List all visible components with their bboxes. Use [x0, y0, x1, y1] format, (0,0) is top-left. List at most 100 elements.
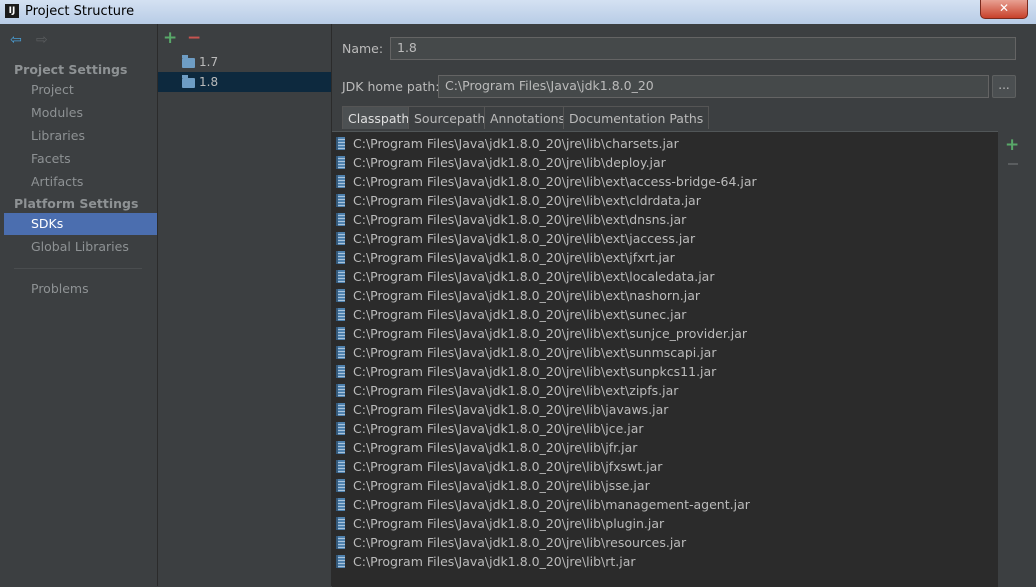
path-label: C:\Program Files\Java\jdk1.8.0_20\jre\li…	[353, 345, 717, 360]
path-label: C:\Program Files\Java\jdk1.8.0_20\jre\li…	[353, 326, 748, 341]
nav-item-modules[interactable]: Modules	[4, 102, 157, 124]
tab-classpath[interactable]: Classpath	[342, 106, 416, 129]
title-bar: IJ Project Structure ✕	[0, 0, 1036, 24]
jar-file-icon	[336, 270, 345, 283]
jar-file-icon	[336, 422, 345, 435]
list-item[interactable]: C:\Program Files\Java\jdk1.8.0_20\jre\li…	[332, 552, 998, 571]
list-item[interactable]: C:\Program Files\Java\jdk1.8.0_20\jre\li…	[332, 267, 998, 286]
jar-file-icon	[336, 251, 345, 264]
jdk-folder-icon	[182, 75, 195, 88]
jar-file-icon	[336, 289, 345, 302]
nav-item-artifacts[interactable]: Artifacts	[4, 171, 157, 193]
list-item[interactable]: C:\Program Files\Java\jdk1.8.0_20\jre\li…	[332, 400, 998, 419]
path-label: C:\Program Files\Java\jdk1.8.0_20\jre\li…	[353, 250, 675, 265]
jar-file-icon	[336, 498, 345, 511]
path-label: C:\Program Files\Java\jdk1.8.0_20\jre\li…	[353, 497, 750, 512]
nav-item-project[interactable]: Project	[4, 79, 157, 101]
tab-sourcepath[interactable]: Sourcepath	[408, 106, 492, 129]
sdk-item-1-7[interactable]: 1.7	[158, 52, 331, 72]
list-item[interactable]: C:\Program Files\Java\jdk1.8.0_20\jre\li…	[332, 153, 998, 172]
remove-sdk-icon[interactable]: −	[187, 28, 201, 48]
path-label: C:\Program Files\Java\jdk1.8.0_20\jre\li…	[353, 421, 644, 436]
name-label: Name:	[342, 41, 384, 56]
path-label: C:\Program Files\Java\jdk1.8.0_20\jre\li…	[353, 478, 650, 493]
jar-file-icon	[336, 327, 345, 340]
list-item[interactable]: C:\Program Files\Java\jdk1.8.0_20\jre\li…	[332, 343, 998, 362]
sdk-item-label: 1.8	[199, 75, 219, 89]
jar-file-icon	[336, 213, 345, 226]
path-label: C:\Program Files\Java\jdk1.8.0_20\jre\li…	[353, 364, 717, 379]
tab-documentation-paths[interactable]: Documentation Paths	[563, 106, 710, 129]
jar-file-icon	[336, 460, 345, 473]
platform-settings-heading: Platform Settings	[14, 196, 139, 211]
list-item[interactable]: C:\Program Files\Java\jdk1.8.0_20\jre\li…	[332, 419, 998, 438]
list-item[interactable]: C:\Program Files\Java\jdk1.8.0_20\jre\li…	[332, 305, 998, 324]
path-label: C:\Program Files\Java\jdk1.8.0_20\jre\li…	[353, 440, 638, 455]
classpath-list[interactable]: C:\Program Files\Java\jdk1.8.0_20\jre\li…	[332, 131, 998, 587]
path-label: C:\Program Files\Java\jdk1.8.0_20\jre\li…	[353, 516, 665, 531]
add-sdk-icon[interactable]: +	[163, 28, 177, 48]
list-item[interactable]: C:\Program Files\Java\jdk1.8.0_20\jre\li…	[332, 191, 998, 210]
jar-file-icon	[336, 308, 345, 321]
close-button[interactable]: ✕	[980, 0, 1028, 19]
add-path-icon[interactable]: +	[1005, 135, 1019, 155]
path-label: C:\Program Files\Java\jdk1.8.0_20\jre\li…	[353, 554, 636, 569]
jar-file-icon	[336, 517, 345, 530]
jdk-home-path-field[interactable]: C:\Program Files\Java\jdk1.8.0_20	[438, 75, 989, 98]
back-arrow-icon[interactable]: ⇦	[10, 32, 22, 48]
list-item[interactable]: C:\Program Files\Java\jdk1.8.0_20\jre\li…	[332, 381, 998, 400]
nav-item-facets[interactable]: Facets	[4, 148, 157, 170]
path-label: C:\Program Files\Java\jdk1.8.0_20\jre\li…	[353, 535, 687, 550]
sdk-item-label: 1.7	[199, 55, 219, 69]
path-label: C:\Program Files\Java\jdk1.8.0_20\jre\li…	[353, 459, 663, 474]
jdk-folder-icon	[182, 55, 195, 68]
jar-file-icon	[336, 403, 345, 416]
remove-path-icon[interactable]	[1008, 163, 1018, 165]
path-label: C:\Program Files\Java\jdk1.8.0_20\jre\li…	[353, 383, 679, 398]
forward-arrow-icon[interactable]: ⇨	[36, 32, 48, 48]
path-label: C:\Program Files\Java\jdk1.8.0_20\jre\li…	[353, 402, 669, 417]
browse-button[interactable]: ...	[992, 75, 1016, 98]
list-item[interactable]: C:\Program Files\Java\jdk1.8.0_20\jre\li…	[332, 210, 998, 229]
sdk-list-panel: + − 1.7 1.8	[158, 24, 332, 586]
list-item[interactable]: C:\Program Files\Java\jdk1.8.0_20\jre\li…	[332, 229, 998, 248]
sdk-item-1-8[interactable]: 1.8	[158, 72, 331, 92]
jar-file-icon	[336, 156, 345, 169]
tab-annotations[interactable]: Annotations	[484, 106, 572, 129]
list-item[interactable]: C:\Program Files\Java\jdk1.8.0_20\jre\li…	[332, 533, 998, 552]
nav-item-libraries[interactable]: Libraries	[4, 125, 157, 147]
list-item[interactable]: C:\Program Files\Java\jdk1.8.0_20\jre\li…	[332, 476, 998, 495]
list-item[interactable]: C:\Program Files\Java\jdk1.8.0_20\jre\li…	[332, 362, 998, 381]
jar-file-icon	[336, 384, 345, 397]
jdk-home-path-label: JDK home path:	[342, 79, 440, 94]
path-label: C:\Program Files\Java\jdk1.8.0_20\jre\li…	[353, 288, 701, 303]
jar-file-icon	[336, 346, 345, 359]
jar-file-icon	[336, 194, 345, 207]
list-item[interactable]: C:\Program Files\Java\jdk1.8.0_20\jre\li…	[332, 495, 998, 514]
path-label: C:\Program Files\Java\jdk1.8.0_20\jre\li…	[353, 231, 696, 246]
path-label: C:\Program Files\Java\jdk1.8.0_20\jre\li…	[353, 193, 701, 208]
nav-item-problems[interactable]: Problems	[4, 278, 157, 300]
list-item[interactable]: C:\Program Files\Java\jdk1.8.0_20\jre\li…	[332, 324, 998, 343]
list-item[interactable]: C:\Program Files\Java\jdk1.8.0_20\jre\li…	[332, 514, 998, 533]
project-settings-heading: Project Settings	[14, 62, 128, 77]
list-item[interactable]: C:\Program Files\Java\jdk1.8.0_20\jre\li…	[332, 248, 998, 267]
list-item[interactable]: C:\Program Files\Java\jdk1.8.0_20\jre\li…	[332, 438, 998, 457]
path-label: C:\Program Files\Java\jdk1.8.0_20\jre\li…	[353, 174, 757, 189]
nav-item-global-libraries[interactable]: Global Libraries	[4, 236, 157, 258]
window-title: Project Structure	[25, 4, 135, 19]
list-item[interactable]: C:\Program Files\Java\jdk1.8.0_20\jre\li…	[332, 172, 998, 191]
list-item[interactable]: C:\Program Files\Java\jdk1.8.0_20\jre\li…	[332, 457, 998, 476]
list-item[interactable]: C:\Program Files\Java\jdk1.8.0_20\jre\li…	[332, 134, 998, 153]
jar-file-icon	[336, 232, 345, 245]
path-label: C:\Program Files\Java\jdk1.8.0_20\jre\li…	[353, 155, 666, 170]
name-field[interactable]: 1.8	[390, 37, 1016, 60]
list-item[interactable]: C:\Program Files\Java\jdk1.8.0_20\jre\li…	[332, 286, 998, 305]
jar-file-icon	[336, 137, 345, 150]
path-label: C:\Program Files\Java\jdk1.8.0_20\jre\li…	[353, 212, 687, 227]
jar-file-icon	[336, 479, 345, 492]
nav-item-sdks[interactable]: SDKs	[4, 213, 157, 235]
path-label: C:\Program Files\Java\jdk1.8.0_20\jre\li…	[353, 307, 687, 322]
jar-file-icon	[336, 365, 345, 378]
jar-file-icon	[336, 441, 345, 454]
